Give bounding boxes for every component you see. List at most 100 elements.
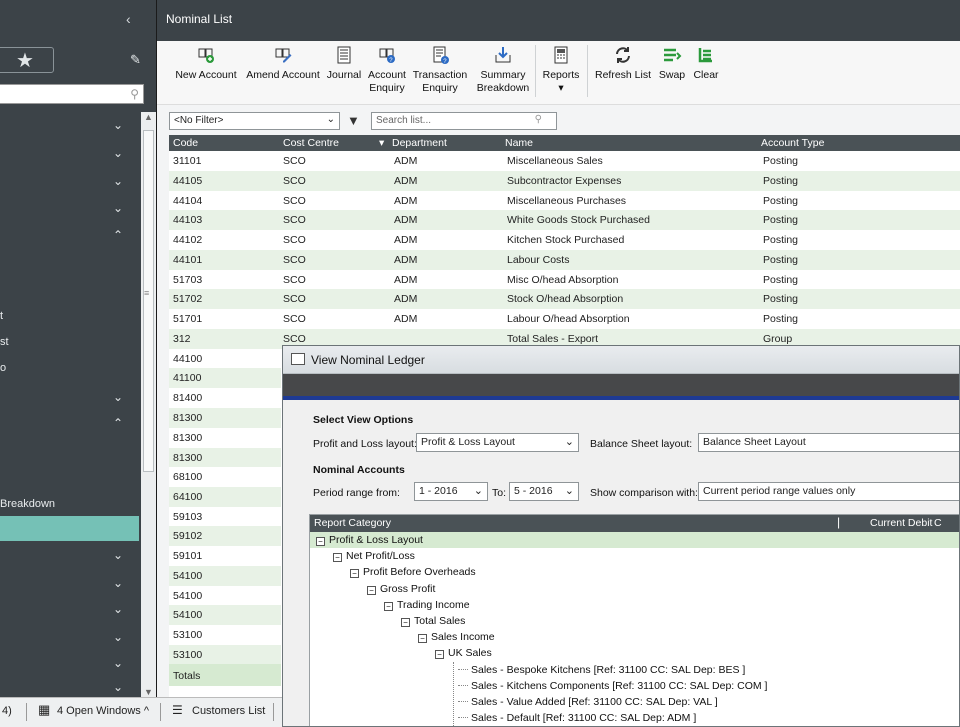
chevron-down-icon[interactable]: ⌄: [113, 576, 123, 590]
open-windows-button[interactable]: 4 Open Windows ^: [57, 705, 149, 717]
chevron-down-icon[interactable]: ⌄: [113, 174, 123, 188]
table-row[interactable]: 31101 SCO ADM Miscellaneous Sales Posting: [169, 151, 960, 171]
chevron-down-icon[interactable]: ⌄: [113, 602, 123, 616]
collapse-node-icon[interactable]: −: [367, 585, 376, 595]
journal-button[interactable]: Journal: [323, 41, 365, 82]
table-row[interactable]: 54100: [169, 566, 281, 586]
tree-node[interactable]: − Profit Before Overheads: [350, 566, 476, 582]
table-row[interactable]: 81300: [169, 428, 281, 448]
tree-node[interactable]: − Net Profit/Loss: [333, 550, 415, 566]
tree-node[interactable]: − Sales Income: [418, 631, 495, 647]
search-list-input[interactable]: Search list... ⚲: [371, 112, 557, 130]
sidebar-search-input[interactable]: ⚲: [0, 84, 144, 104]
table-row[interactable]: 81400: [169, 388, 281, 408]
table-row[interactable]: 51703 SCO ADM Misc O/head Absorption Posting: [169, 270, 960, 290]
table-row[interactable]: 53100: [169, 645, 281, 665]
table-row[interactable]: 81300: [169, 408, 281, 428]
chevron-down-icon[interactable]: ⌄: [113, 680, 123, 694]
chevron-down-icon[interactable]: ⌄: [113, 390, 123, 404]
table-row[interactable]: 41100: [169, 368, 281, 388]
table-row[interactable]: 64100: [169, 487, 281, 507]
scroll-down-icon[interactable]: ▼: [144, 687, 153, 697]
amend-account-button[interactable]: Amend Account: [243, 41, 323, 82]
taskbar-customers-list[interactable]: Customers List: [192, 705, 265, 717]
column-header-department[interactable]: Department: [392, 137, 447, 149]
table-row[interactable]: 44103 SCO ADM White Goods Stock Purchased Po…: [169, 210, 960, 230]
chevron-down-icon[interactable]: ⌄: [113, 630, 123, 644]
reports-dropdown-icon[interactable]: ▾: [558, 82, 563, 94]
pl-layout-select[interactable]: Profit & Loss Layout ⌄: [416, 433, 579, 452]
pencil-icon[interactable]: ✎: [130, 52, 141, 68]
collapse-node-icon[interactable]: −: [384, 601, 393, 611]
tree-node[interactable]: Sales - Kitchens Components [Ref: 31100 …: [458, 680, 767, 696]
favourites-star-button[interactable]: ★: [0, 47, 54, 73]
table-row[interactable]: 44102 SCO ADM Kitchen Stock Purchased Postin…: [169, 230, 960, 250]
new-account-button[interactable]: New Account: [173, 41, 239, 82]
chevron-up-icon[interactable]: ⌃: [113, 416, 123, 430]
tree-node[interactable]: − Total Sales: [401, 615, 465, 631]
table-row[interactable]: 54100: [169, 605, 281, 625]
period-from-select[interactable]: 1 - 2016 ⌄: [414, 482, 488, 501]
period-to-select[interactable]: 5 - 2016 ⌄: [509, 482, 579, 501]
chevron-down-icon[interactable]: ⌄: [113, 118, 123, 132]
clear-button[interactable]: Clear: [690, 41, 722, 82]
sidebar-scrollbar[interactable]: ▲ ≡ ▼: [141, 112, 156, 697]
table-row[interactable]: 54100: [169, 586, 281, 606]
table-row[interactable]: 59102: [169, 526, 281, 546]
collapse-node-icon[interactable]: −: [418, 634, 427, 644]
table-row[interactable]: 68100: [169, 467, 281, 487]
chevron-down-icon[interactable]: ⌄: [113, 201, 123, 215]
reports-button[interactable]: Reports ▾: [537, 41, 585, 95]
transaction-enquiry-button[interactable]: ? Transaction Enquiry: [411, 41, 469, 95]
scrollbar-thumb[interactable]: [143, 130, 154, 472]
table-row[interactable]: 44105 SCO ADM Subcontractor Expenses Posting: [169, 171, 960, 191]
tree-node[interactable]: − Trading Income: [384, 599, 470, 615]
column-header-name[interactable]: Name: [505, 137, 533, 149]
collapse-node-icon[interactable]: −: [316, 537, 325, 546]
table-row[interactable]: 53100: [169, 625, 281, 645]
comparison-select[interactable]: Current period range values only: [698, 482, 959, 501]
table-row[interactable]: 81300: [169, 448, 281, 468]
collapse-node-icon[interactable]: −: [350, 569, 359, 579]
table-row[interactable]: 59103: [169, 507, 281, 527]
sidebar-item-label[interactable]: Breakdown: [0, 498, 55, 510]
swap-button[interactable]: Swap: [656, 41, 688, 82]
sidebar-item-label[interactable]: t: [0, 310, 3, 322]
sidebar-item-selected[interactable]: [0, 516, 139, 541]
table-row[interactable]: 44104 SCO ADM Miscellaneous Purchases Postin…: [169, 191, 960, 211]
column-header-current-credit[interactable]: C: [934, 517, 942, 529]
tree-node[interactable]: − UK Sales: [435, 647, 492, 663]
filter-select[interactable]: <No Filter> ⌄: [169, 112, 340, 130]
table-row[interactable]: 51702 SCO ADM Stock O/head Absorption Postin…: [169, 289, 960, 309]
table-row[interactable]: 51701 SCO ADM Labour O/head Absorption Posti…: [169, 309, 960, 329]
bs-layout-select[interactable]: Balance Sheet Layout: [698, 433, 959, 452]
collapse-node-icon[interactable]: −: [333, 553, 342, 563]
account-enquiry-button[interactable]: ? Account Enquiry: [365, 41, 409, 95]
collapse-sidebar-icon[interactable]: ‹: [126, 11, 131, 27]
tree-node[interactable]: Sales - Default [Ref: 31100 CC: SAL Dep:…: [458, 712, 696, 726]
sidebar-item-label[interactable]: o: [0, 362, 6, 374]
chevron-down-icon[interactable]: ⌄: [113, 146, 123, 160]
chevron-down-icon[interactable]: ⌄: [113, 548, 123, 562]
chevron-down-icon[interactable]: ⌄: [113, 656, 123, 670]
tree-node[interactable]: Sales - Value Added [Ref: 31100 CC: SAL …: [458, 696, 718, 712]
tree-node[interactable]: − Gross Profit: [367, 583, 435, 599]
collapse-node-icon[interactable]: −: [435, 650, 444, 660]
sidebar-item-label[interactable]: st: [0, 336, 9, 348]
collapse-node-icon[interactable]: −: [401, 618, 410, 627]
table-row[interactable]: 59101: [169, 546, 281, 566]
filter-funnel-icon[interactable]: ▼: [347, 113, 360, 128]
sort-desc-icon[interactable]: ▾: [379, 137, 384, 149]
column-header-report-category[interactable]: Report Category: [314, 517, 391, 529]
column-header-account-type[interactable]: Account Type: [761, 137, 824, 149]
table-row[interactable]: 44101 SCO ADM Labour Costs Posting: [169, 250, 960, 270]
refresh-list-button[interactable]: Refresh List: [591, 41, 655, 82]
column-header-cost-centre[interactable]: Cost Centre: [283, 137, 339, 149]
column-header-code[interactable]: Code: [173, 137, 198, 149]
dialog-title-bar[interactable]: View Nominal Ledger: [283, 346, 959, 374]
tree-node[interactable]: Sales - Bespoke Kitchens [Ref: 31100 CC:…: [458, 664, 745, 680]
column-header-current-debit[interactable]: Current Debit: [870, 517, 932, 529]
taskbar-item-count[interactable]: 4): [2, 705, 12, 717]
tree-node[interactable]: − Profit & Loss Layout: [316, 534, 423, 550]
scroll-up-icon[interactable]: ▲: [144, 112, 153, 122]
